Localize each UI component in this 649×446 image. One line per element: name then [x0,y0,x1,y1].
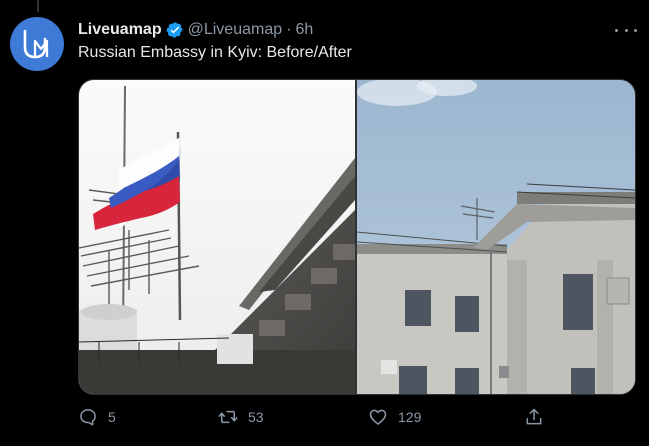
timestamp[interactable]: 6h [295,21,313,39]
share-icon [526,408,542,425]
reply-button[interactable]: 5 [78,405,116,429]
heart-icon [369,409,387,425]
display-name[interactable]: Liveuamap [78,21,162,39]
like-button[interactable]: 129 [368,405,421,429]
retweet-count: 53 [248,409,264,425]
avatar[interactable] [10,17,64,71]
share-button[interactable] [524,405,544,429]
tweet-actions: 5 53 129 [78,405,558,429]
like-count: 129 [398,409,422,425]
reply-icon [80,409,96,426]
liveuamap-logo-icon [23,29,49,59]
tweet-header: Liveuamap @Liveuamap · 6h [78,19,637,41]
user-handle[interactable]: @Liveuamap [188,21,283,39]
thread-connector-line [37,0,39,12]
retweet-button[interactable]: 53 [218,405,264,429]
reply-count: 5 [108,409,116,425]
retweet-icon [218,410,238,424]
more-options-icon[interactable] [615,23,637,37]
separator-dot: · [286,21,292,38]
media-container [78,79,636,395]
tweet-text: Russian Embassy in Kyiv: Before/After [78,44,352,61]
before-photo[interactable] [79,80,355,394]
after-photo[interactable] [357,80,635,394]
verified-badge-icon [166,21,184,39]
